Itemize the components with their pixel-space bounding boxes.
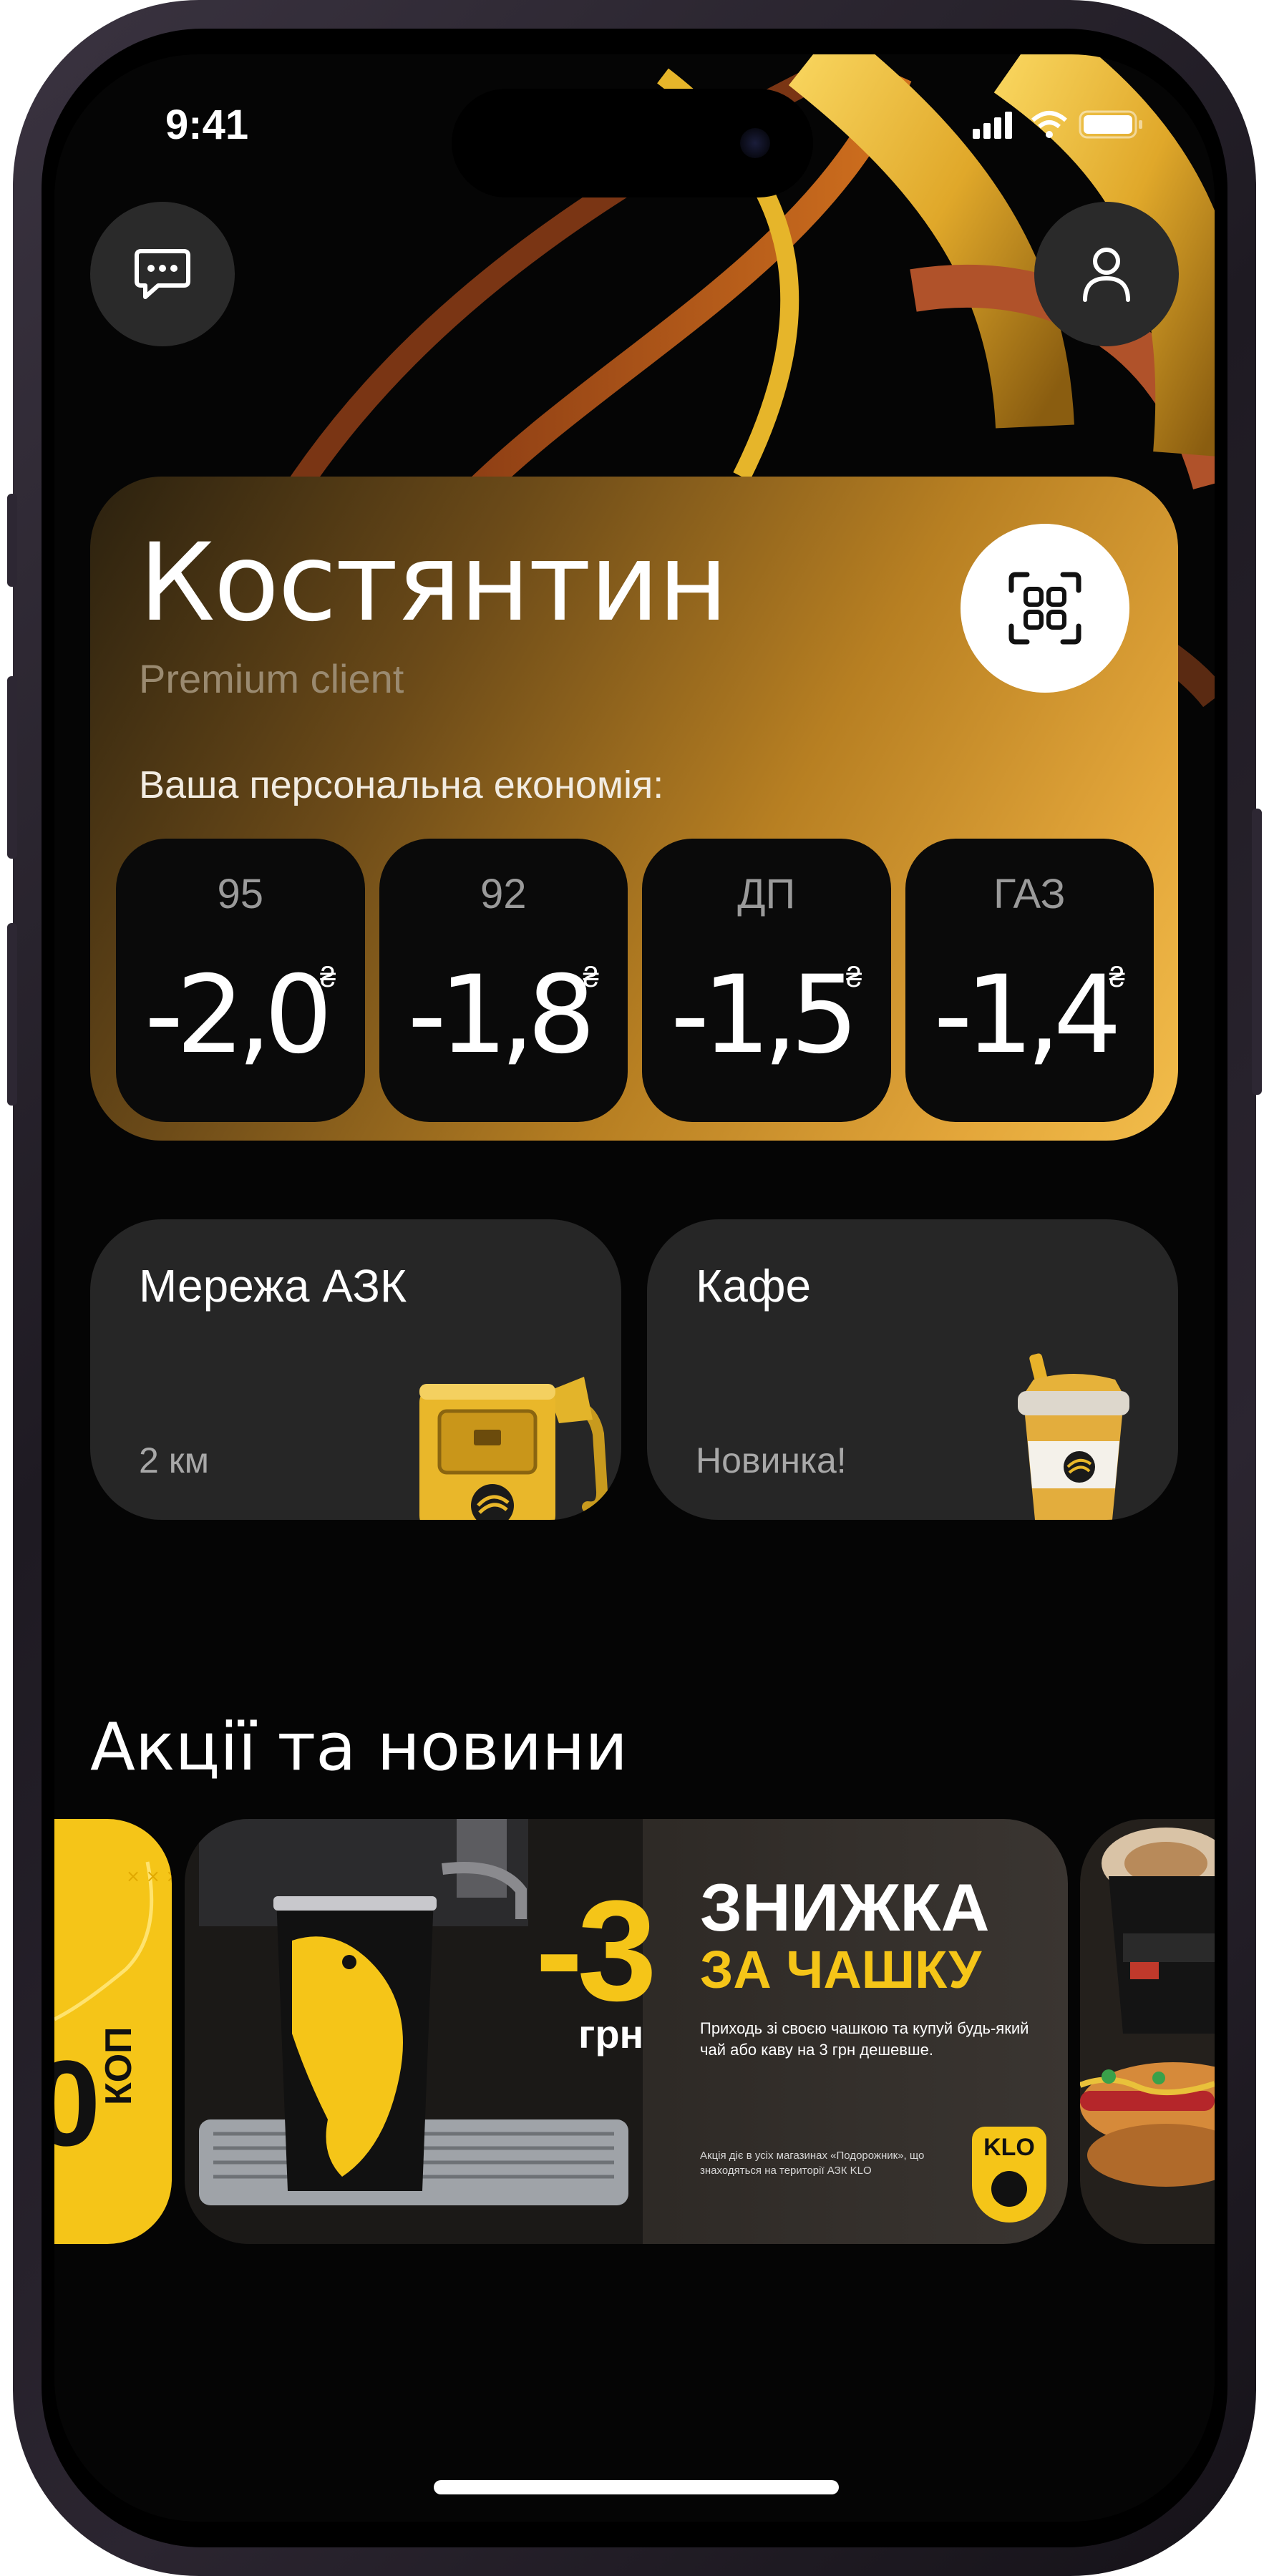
user-icon bbox=[1083, 248, 1130, 302]
fuel-type-label: 95 bbox=[217, 871, 263, 917]
coffee-cup-icon bbox=[1018, 1353, 1129, 1520]
status-icons bbox=[973, 110, 1142, 139]
fuel-discount-value: -1,4 bbox=[933, 953, 1122, 1078]
battery-icon bbox=[1079, 110, 1142, 139]
fuel-discount-95: 95 -2,0 ₴ bbox=[116, 839, 365, 1122]
currency-symbol: ₴ bbox=[320, 962, 336, 993]
customer-tier: Premium client bbox=[139, 656, 404, 701]
volume-down-button bbox=[7, 923, 17, 1106]
power-button bbox=[1252, 809, 1262, 1095]
profile-button[interactable] bbox=[1034, 202, 1179, 346]
banner-body: Приходь зі своєю чашкою та купуй будь-як… bbox=[700, 2019, 1029, 2059]
action-button bbox=[7, 494, 17, 587]
cafe-tile[interactable]: Кафе Новинка! bbox=[647, 1219, 1178, 1520]
fuel-discounts: 95 -2,0 ₴ 92 -1,8 ₴ ДП -1,5 ₴ ГАЗ -1,4 ₴ bbox=[116, 839, 1154, 1122]
news-section-title: Акції та новини bbox=[90, 1709, 628, 1785]
promo-unit: КОП bbox=[98, 2026, 140, 2105]
promo-banner-previous[interactable]: × × × 0 КОП bbox=[54, 1819, 172, 2244]
camera-icon bbox=[740, 128, 770, 158]
fuel-type-label: ГАЗ bbox=[993, 871, 1066, 917]
savings-label: Ваша персональна економія: bbox=[139, 763, 664, 806]
volume-up-button bbox=[7, 676, 17, 859]
stations-distance: 2 км bbox=[139, 1440, 209, 1480]
app-screen: 9:41 Костянтин Premium client Ваша персо… bbox=[54, 54, 1215, 2522]
fuel-type-label: 92 bbox=[480, 871, 527, 917]
promo-banner-cup-discount[interactable]: -3 грн ЗНИЖКА ЗА ЧАШКУ Приходь зі своєю … bbox=[185, 1819, 1068, 2244]
fuel-discount-value: -2,0 bbox=[145, 953, 333, 1078]
customer-name: Костянтин bbox=[139, 521, 728, 645]
fuel-discount-diesel: ДП -1,5 ₴ bbox=[642, 839, 891, 1122]
discount-amount: -3 bbox=[535, 1871, 657, 2031]
klo-logo: KLO bbox=[972, 2127, 1046, 2223]
promo-digit: 0 bbox=[54, 2036, 101, 2172]
status-time: 9:41 bbox=[165, 102, 249, 148]
klo-logo-emblem bbox=[991, 2171, 1027, 2207]
discount-unit: грн bbox=[578, 2011, 644, 2057]
fuel-discount-92: 92 -1,8 ₴ bbox=[379, 839, 628, 1122]
coffee-hotdog-illustration bbox=[1080, 1828, 1215, 2187]
cellular-signal-icon bbox=[973, 112, 1012, 139]
chat-bubble-icon bbox=[135, 249, 190, 299]
promo-banner-next[interactable] bbox=[1080, 1819, 1215, 2244]
stations-title: Мережа АЗК bbox=[139, 1260, 407, 1312]
klo-logo-text: KLO bbox=[983, 2134, 1035, 2161]
banner-footnote: Акція діє в усіх магазинах «Подорожник»,… bbox=[700, 2150, 925, 2177]
qr-scan-icon bbox=[1008, 572, 1081, 645]
currency-symbol: ₴ bbox=[583, 962, 599, 993]
stations-tile[interactable]: Мережа АЗК 2 км bbox=[90, 1219, 621, 1520]
home-indicator[interactable] bbox=[434, 2480, 839, 2494]
cafe-subtitle: Новинка! bbox=[696, 1440, 847, 1480]
currency-symbol: ₴ bbox=[1109, 962, 1125, 993]
fuel-discount-gas: ГАЗ -1,4 ₴ bbox=[905, 839, 1154, 1122]
fuel-discount-value: -1,8 bbox=[407, 953, 596, 1078]
banner-headline: ЗНИЖКА bbox=[700, 1870, 990, 1945]
fuel-discount-value: -1,5 bbox=[671, 953, 859, 1078]
chat-button[interactable] bbox=[90, 202, 235, 346]
svg-text:× × ×: × × × bbox=[126, 1866, 172, 1886]
dynamic-island bbox=[452, 89, 813, 197]
currency-symbol: ₴ bbox=[846, 962, 862, 993]
loyalty-card[interactable]: Костянтин Premium client Ваша персональн… bbox=[90, 477, 1178, 1141]
wifi-icon bbox=[1031, 111, 1067, 138]
cafe-title: Кафе bbox=[696, 1260, 812, 1312]
banner-subheadline: ЗА ЧАШКУ bbox=[700, 1940, 982, 1999]
fuel-pump-icon bbox=[419, 1377, 608, 1520]
fuel-type-label: ДП bbox=[737, 871, 796, 917]
qr-scan-button[interactable] bbox=[961, 524, 1129, 693]
